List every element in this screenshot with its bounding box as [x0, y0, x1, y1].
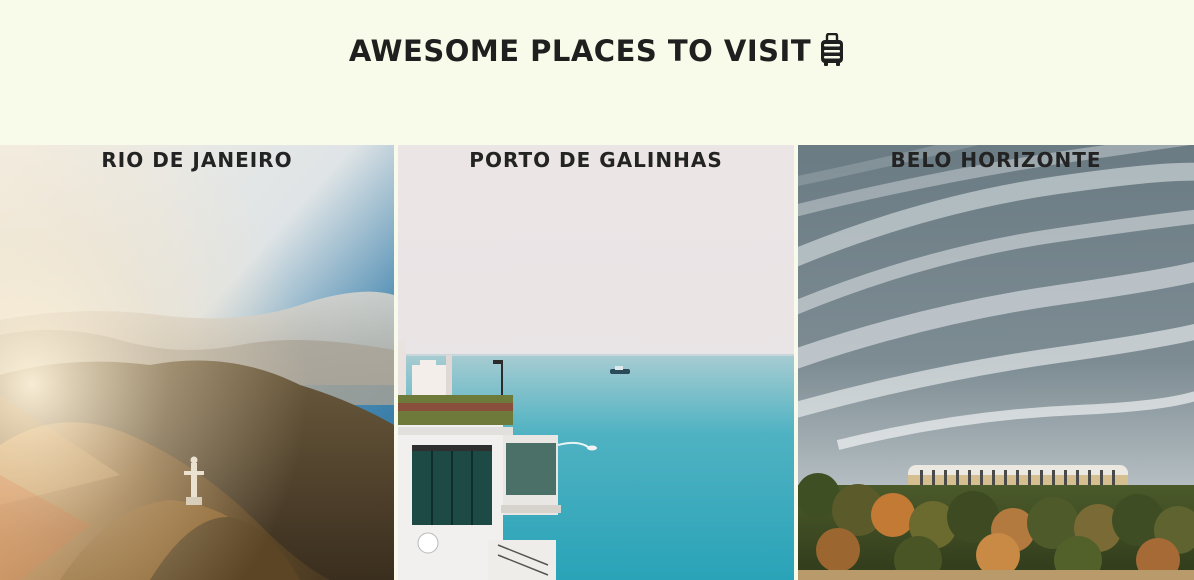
belo-horizonte-photo [798, 145, 1194, 580]
place-card-belo-horizonte[interactable]: BELO HORIZONTE [798, 145, 1194, 580]
page-heading: AWESOME PLACES TO VISIT [0, 30, 1194, 72]
luggage-icon [821, 33, 844, 66]
place-card-porto-de-galinhas[interactable]: PORTO DE GALINHAS [398, 145, 794, 580]
place-title-rio-de-janeiro: RIO DE JANEIRO [101, 148, 293, 172]
place-title-porto-de-galinhas: PORTO DE GALINHAS [469, 148, 723, 172]
place-title-belo-horizonte: BELO HORIZONTE [890, 148, 1102, 172]
place-card-rio-de-janeiro[interactable]: RIO DE JANEIRO [0, 145, 394, 580]
places-gallery: RIO DE JANEIRO PORTO DE GALINHAS BELO HO… [0, 145, 1194, 580]
page-heading-text: AWESOME PLACES TO VISIT [348, 34, 812, 68]
porto-de-galinhas-photo [398, 145, 794, 580]
rio-de-janeiro-photo [0, 145, 394, 580]
page: AWESOME PLACES TO VISIT RIO DE JANEIRO P… [0, 0, 1194, 580]
